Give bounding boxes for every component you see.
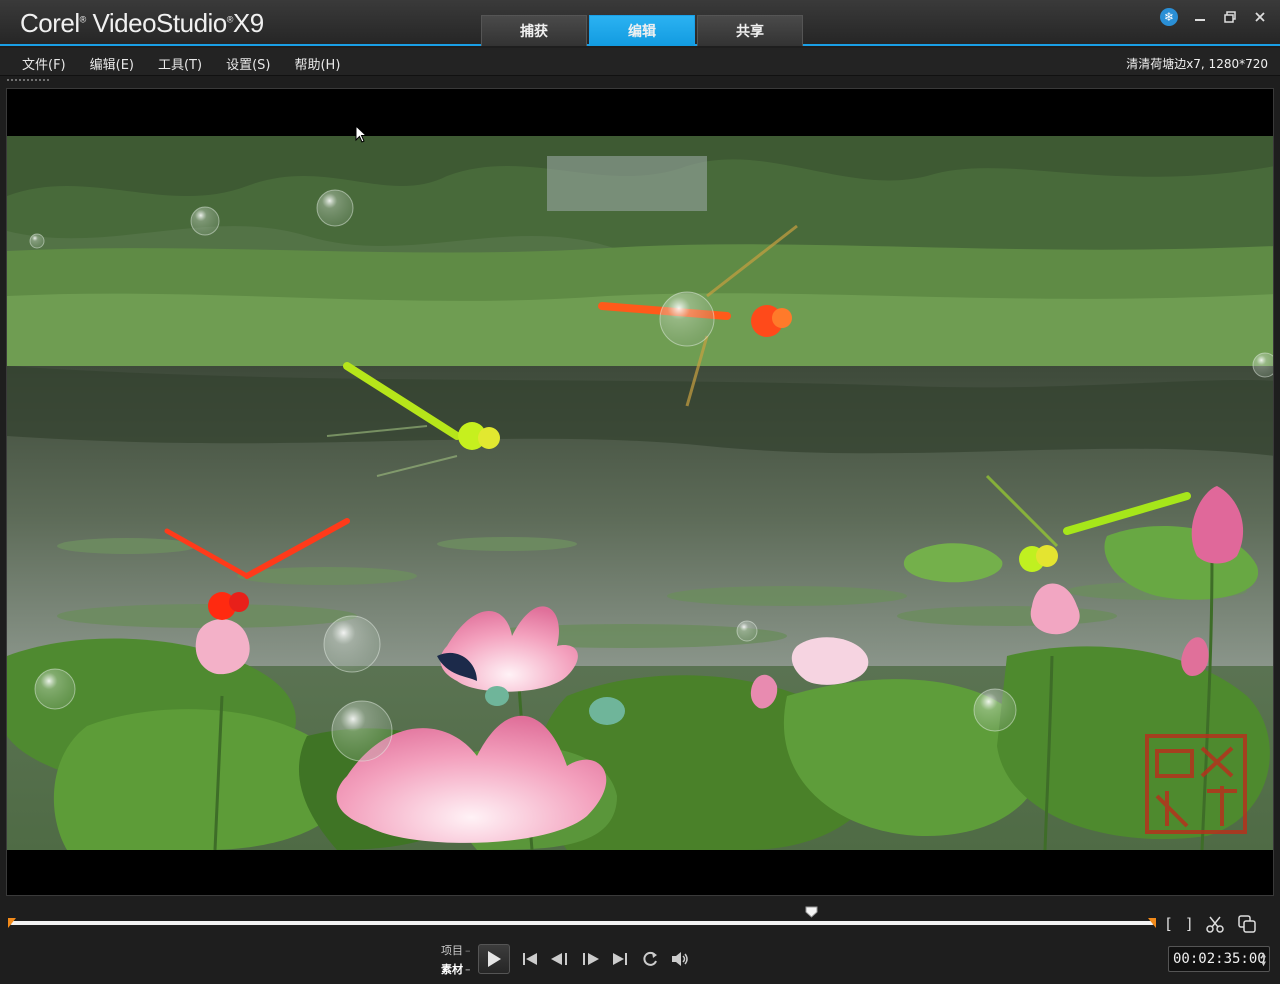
app-logo: Corel® VideoStudio®X9	[20, 8, 264, 38]
brand-name: Corel	[20, 8, 80, 38]
menu-help[interactable]: 帮助(H)	[294, 54, 340, 73]
menu-file[interactable]: 文件(F)	[22, 54, 66, 73]
menu-bar: 文件(F) 编辑(E) 工具(T) 设置(S) 帮助(H) 清清荷塘边x7, 1…	[0, 48, 1280, 76]
timecode-field[interactable]: 00:02:35:00 ▲ ▼	[1168, 946, 1270, 972]
snowflake-icon[interactable]: ❄	[1160, 8, 1178, 26]
trim-tools: [ ]	[1166, 915, 1256, 937]
tab-share[interactable]: 共享	[697, 15, 803, 46]
close-icon[interactable]	[1252, 9, 1268, 25]
menu-settings[interactable]: 设置(S)	[226, 54, 270, 73]
product-version: X9	[232, 8, 264, 38]
timeline-scrubber[interactable]	[8, 918, 1156, 928]
mode-project[interactable]: 项目 –	[441, 941, 471, 960]
product-name: VideoStudio	[92, 8, 228, 38]
play-button[interactable]	[478, 944, 510, 974]
volume-icon[interactable]	[670, 949, 690, 969]
timecode-value: 00:02:35:00	[1173, 951, 1266, 967]
go-to-start-icon[interactable]	[520, 949, 540, 969]
mode-project-label: 项目	[441, 944, 463, 957]
preview-window[interactable]	[6, 88, 1274, 896]
enlarge-preview-icon[interactable]	[1237, 915, 1256, 937]
timecode-spinner[interactable]: ▲ ▼	[1261, 950, 1266, 968]
title-bar: Corel® VideoStudio®X9 捕获 编辑 共享 ❄	[0, 0, 1280, 46]
playback-mode-selector: 项目 – 素材 –	[441, 941, 471, 979]
play-icon	[488, 951, 501, 967]
workspace-tabs: 捕获 编辑 共享	[481, 15, 803, 46]
mark-out-handle[interactable]	[1148, 918, 1156, 928]
go-to-end-icon[interactable]	[610, 949, 630, 969]
previous-frame-icon[interactable]	[550, 949, 570, 969]
tab-edit[interactable]: 编辑	[589, 15, 695, 46]
mark-out-icon[interactable]: ]	[1186, 915, 1192, 937]
mouse-cursor-icon	[355, 125, 368, 143]
restore-icon[interactable]	[1222, 9, 1238, 25]
panel-grip[interactable]	[6, 78, 50, 82]
split-clip-icon[interactable]	[1205, 915, 1224, 937]
next-frame-icon[interactable]	[580, 949, 600, 969]
project-info: 清清荷塘边x7, 1280*720	[1126, 57, 1268, 71]
window-controls: ❄	[1160, 8, 1268, 26]
repeat-icon[interactable]	[640, 949, 660, 969]
scrub-track[interactable]	[10, 921, 1154, 925]
mark-in-icon[interactable]: [	[1166, 915, 1172, 937]
playback-controls	[478, 944, 690, 974]
menu-tools[interactable]: 工具(T)	[158, 54, 202, 73]
menu-edit[interactable]: 编辑(E)	[90, 54, 134, 73]
mode-clip[interactable]: 素材 –	[441, 960, 471, 979]
tab-capture[interactable]: 捕获	[481, 15, 587, 46]
playhead-handle[interactable]	[805, 906, 818, 918]
mode-clip-label: 素材	[441, 963, 463, 976]
preview-video-frame	[7, 136, 1273, 850]
minimize-icon[interactable]	[1192, 9, 1208, 25]
mark-in-handle[interactable]	[8, 918, 16, 928]
